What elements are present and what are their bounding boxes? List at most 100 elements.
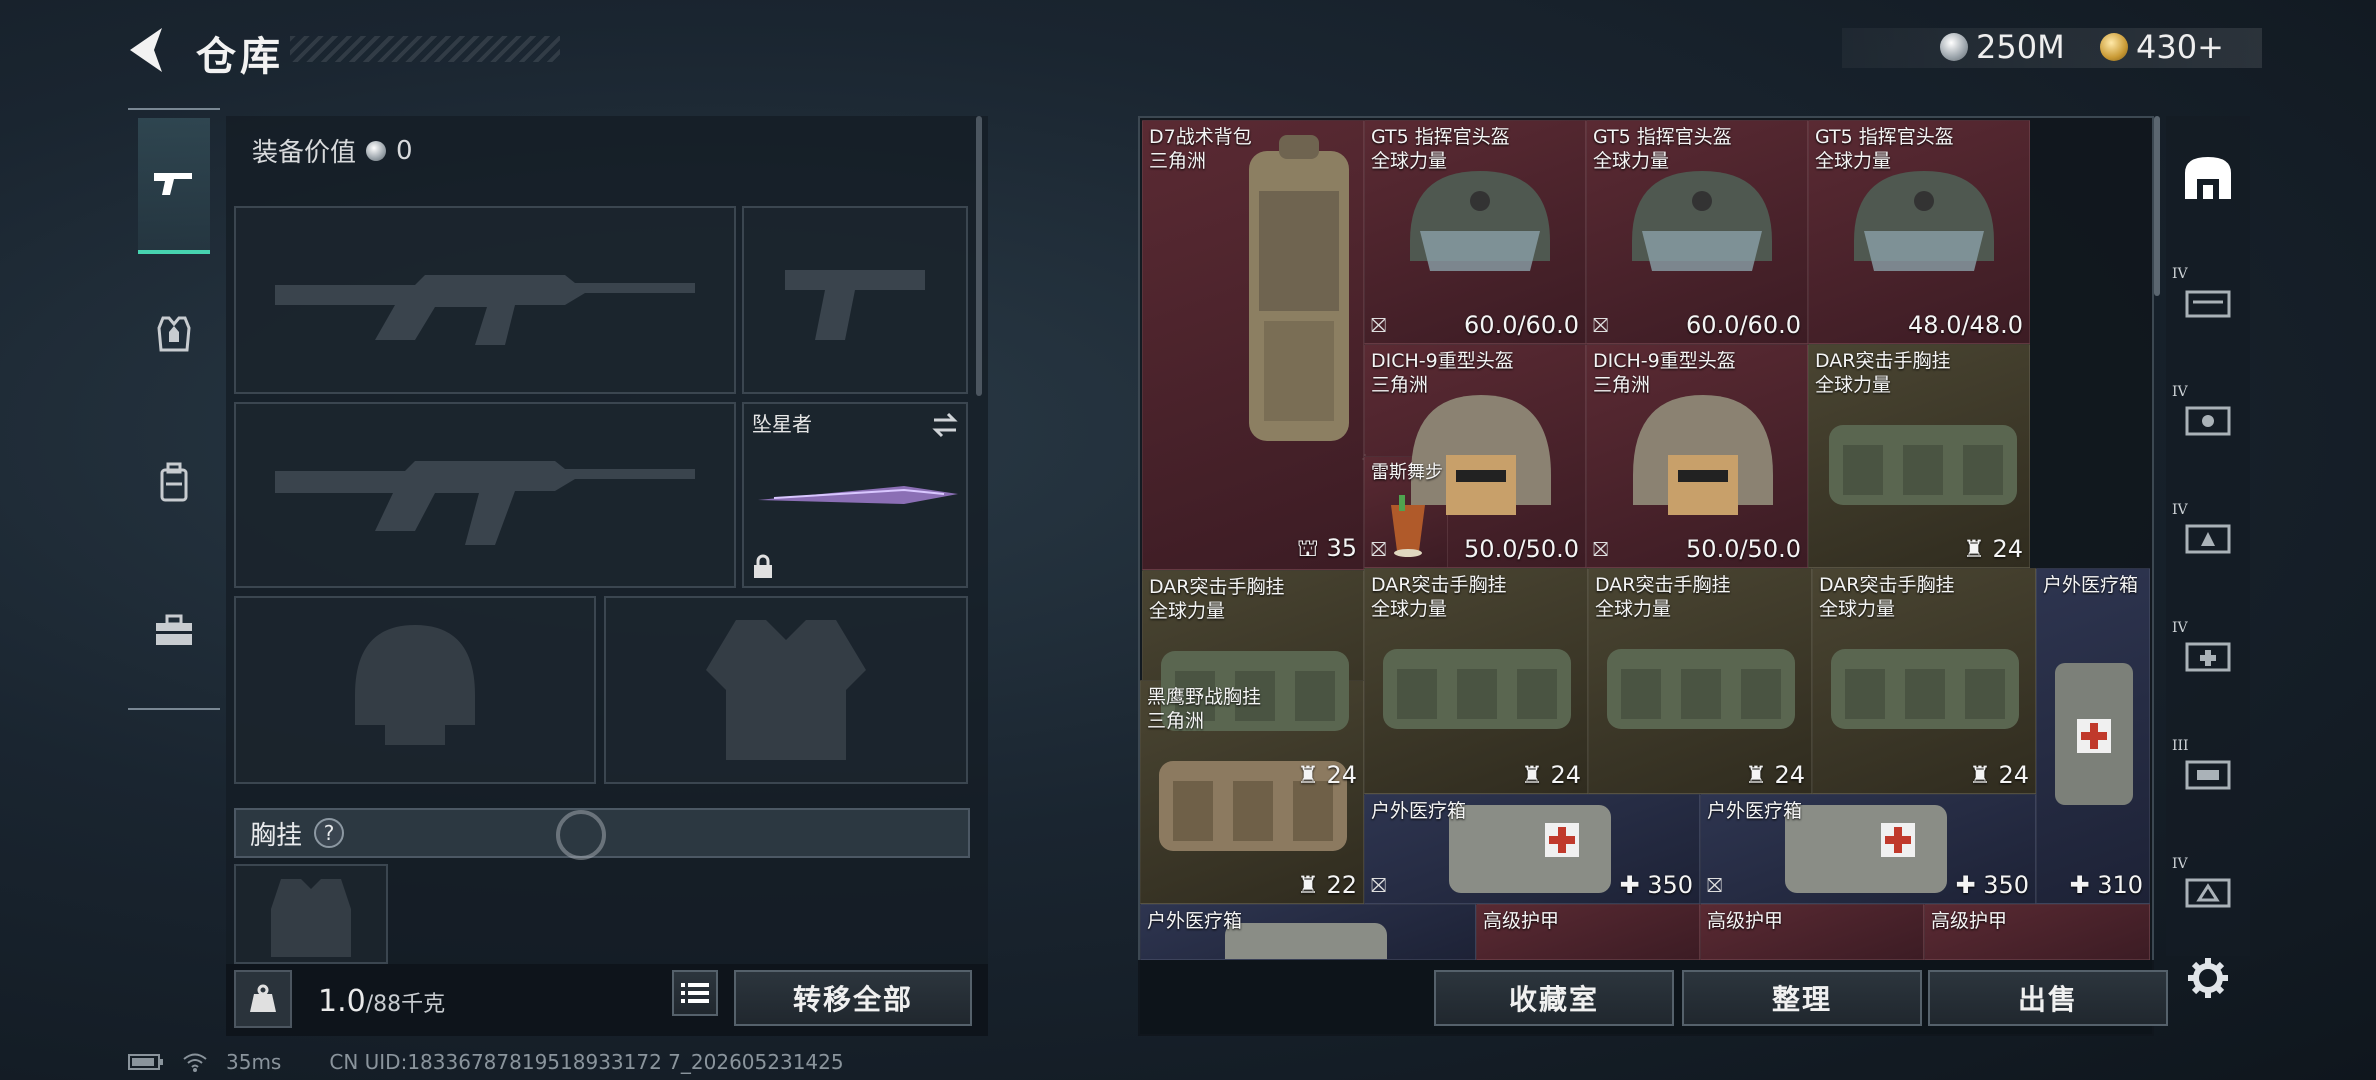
drink-icon	[1391, 495, 1425, 557]
wifi-icon	[183, 1053, 207, 1072]
pistol-icon	[154, 173, 192, 195]
title-decoration	[290, 36, 560, 62]
item-value: 310	[2097, 871, 2143, 899]
equip-value-label: 装备价值	[252, 138, 357, 168]
grid-item-helmet[interactable]: GT5 指挥官头盔 全球力量 48.0/48.0	[1808, 120, 2030, 344]
rail-weapons[interactable]	[138, 118, 210, 254]
item-title: DAR突击手胸挂	[1595, 574, 1731, 596]
item-title: DAR突击手胸挂	[1149, 576, 1285, 598]
side-tab-misc[interactable]: IV	[2170, 852, 2246, 928]
grid-item-armor[interactable]: 高级护甲	[1476, 904, 1700, 960]
tier-label: III	[2172, 738, 2189, 754]
grid-item-backpack[interactable]: D7战术背包 三角洲 ⛫ 35	[1142, 120, 1364, 570]
back-button[interactable]	[120, 22, 180, 78]
side-tab-tools[interactable]: III	[2170, 734, 2246, 810]
item-capacity: ♜ 24	[1963, 535, 2023, 563]
secondary-weapon-slot[interactable]	[234, 402, 736, 588]
item-name: GT5 指挥官头盔 全球力量	[1815, 125, 1954, 173]
melee-name: 坠星者	[752, 412, 812, 436]
item-name: D7战术背包 三角洲	[1149, 125, 1252, 173]
sort-button[interactable]: 整理	[1682, 970, 1922, 1026]
item-value: 350	[1647, 871, 1693, 899]
item-name: DAR突击手胸挂 全球力量	[1819, 573, 1955, 621]
sell-button[interactable]: 出售	[1928, 970, 2168, 1026]
helmet-silhouette-icon	[236, 598, 594, 782]
item-heal: ✚ 350	[1619, 871, 1693, 899]
swap-icon[interactable]	[930, 412, 960, 438]
helmet-slot[interactable]	[234, 596, 596, 784]
durability-icon: ⛝	[1371, 313, 1387, 337]
grid-item-chest-rig[interactable]: DAR突击手胸挂 全球力量 ♜ 24	[1812, 568, 2036, 794]
item-value: 24	[1998, 761, 2029, 789]
item-faction: 全球力量	[1815, 150, 1892, 172]
rifle-silhouette-icon	[236, 404, 734, 586]
body-armor-slot[interactable]	[604, 596, 968, 784]
grid-item-chest-rig[interactable]: DAR突击手胸挂 全球力量 ♜ 24	[1364, 568, 1588, 794]
item-faction: 全球力量	[1819, 598, 1896, 620]
item-faction: 三角洲	[1593, 374, 1651, 396]
grid-item-medkit[interactable]: 户外医疗箱 ⛝ ✚ 350	[1700, 794, 2036, 904]
weight-icon	[250, 984, 276, 1012]
list-view-button[interactable]	[672, 970, 718, 1016]
grid-item-chest-rig[interactable]: DAR突击手胸挂 全球力量 ♜ 24	[1808, 344, 2030, 568]
rail-divider	[128, 108, 220, 110]
melee-slot[interactable]: 坠星者	[742, 402, 968, 588]
grid-scrollbar[interactable]	[2154, 116, 2160, 296]
item-title: D7战术背包	[1149, 126, 1252, 148]
item-name: GT5 指挥官头盔 全球力量	[1593, 125, 1732, 173]
helmet-art	[1410, 171, 1550, 271]
transfer-all-button[interactable]: 转移全部	[734, 970, 972, 1026]
backpack-icon	[160, 462, 188, 502]
side-tab-medical[interactable]: IV	[2170, 616, 2246, 692]
chest-rig-slot[interactable]	[234, 864, 388, 964]
grid-item-medkit[interactable]: 户外医疗箱 ⛝ ✚ 350	[1364, 794, 1700, 904]
chest-rig-art	[1829, 425, 2017, 505]
item-name: DAR突击手胸挂 全球力量	[1371, 573, 1507, 621]
rail-backpack[interactable]	[138, 414, 210, 550]
grid-item-armor[interactable]: 高级护甲	[1700, 904, 1924, 960]
pistol-slot[interactable]	[742, 206, 968, 394]
item-name: 高级护甲	[1931, 910, 2008, 932]
item-faction: 三角洲	[1147, 710, 1205, 732]
weight-display: 1.0/88千克	[318, 984, 445, 1019]
collection-button[interactable]: 收藏室	[1434, 970, 1674, 1026]
grid-item-armor[interactable]: 高级护甲	[1924, 904, 2150, 960]
heal-icon: ✚	[1619, 871, 1648, 899]
knife-art	[758, 486, 958, 504]
side-tab-weapons[interactable]: IV	[2170, 262, 2246, 338]
rail-armor[interactable]	[138, 266, 210, 402]
side-tab-armor[interactable]: IV	[2170, 498, 2246, 574]
durability-icon: ⛝	[1593, 313, 1609, 337]
item-name: 户外医疗箱	[2043, 574, 2139, 596]
item-title: DAR突击手胸挂	[1371, 574, 1507, 596]
grid-item-chest-rig[interactable]: DAR突击手胸挂 全球力量 ♜ 24	[1588, 568, 1812, 794]
item-capacity: ♜ 24	[1521, 761, 1581, 789]
primary-weapon-slot[interactable]	[234, 206, 736, 394]
currency-silver[interactable]: 250M	[1940, 28, 2065, 66]
item-name: GT5 指挥官头盔 全球力量	[1371, 125, 1510, 173]
currency-gold[interactable]: 430+	[2100, 28, 2224, 66]
equipment-scrollbar[interactable]	[976, 116, 982, 396]
drag-handle[interactable]	[556, 810, 606, 860]
grid-item-medkit[interactable]: 户外医疗箱 ✚ 310	[2036, 568, 2150, 904]
weight-button[interactable]	[234, 970, 292, 1028]
settings-button[interactable]	[2170, 938, 2246, 1018]
grid-item-heavy-helmet[interactable]: DICH-9重型头盔 三角洲 ⛝ 50.0/50.0	[1586, 344, 1808, 568]
user-uid: CN UID:18336787819518933172 7_2026052314…	[329, 1050, 844, 1074]
help-icon[interactable]: ?	[314, 818, 345, 848]
grid-item-medkit[interactable]: 户外医疗箱	[1140, 904, 1476, 960]
lock-icon	[754, 554, 772, 578]
item-name: 雷斯舞步	[1371, 462, 1443, 483]
item-value: 50.0/50.0	[1464, 535, 1579, 563]
side-tab-all[interactable]	[2170, 140, 2246, 216]
side-tab-ammo[interactable]: IV	[2170, 380, 2246, 456]
grid-item-helmet[interactable]: GT5 指挥官头盔 全球力量 ⛝ 60.0/60.0	[1586, 120, 1808, 344]
warehouse-icon	[2185, 157, 2231, 199]
item-capacity: ♜ 24	[1745, 761, 1805, 789]
item-faction: 三角洲	[1149, 150, 1207, 172]
grid-item-helmet[interactable]: GT5 指挥官头盔 全球力量 ⛝ 60.0/60.0	[1364, 120, 1586, 344]
rail-toolbox[interactable]	[138, 562, 210, 698]
page-title: 仓库	[196, 34, 284, 80]
vest-capacity-icon: ♜	[1969, 761, 1999, 789]
durability-icon: ⛝	[1707, 873, 1723, 897]
